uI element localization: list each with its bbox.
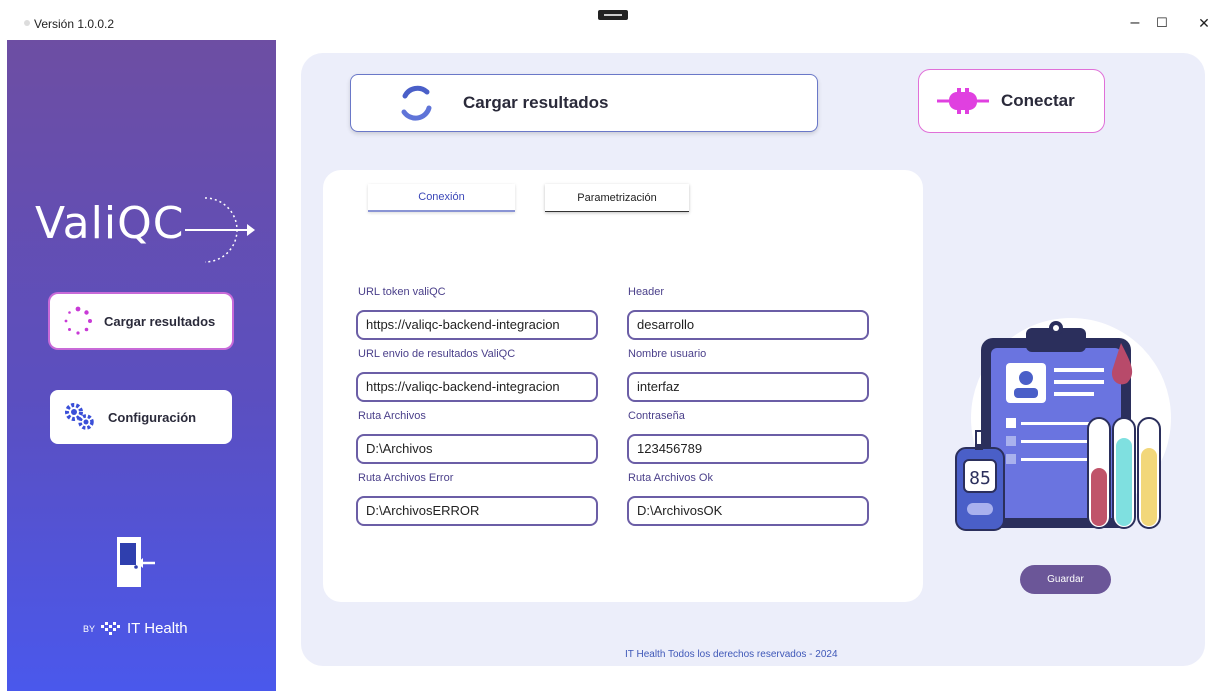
footer-copyright: IT Health Todos los derechos reservados … xyxy=(625,649,838,660)
nombre-usuario-label: Nombre usuario xyxy=(628,348,707,360)
logo-arrow-icon xyxy=(185,197,255,263)
valiqc-logo: ValiQC xyxy=(35,190,255,270)
it-health-logo-icon xyxy=(101,621,121,635)
guardar-button[interactable]: Guardar xyxy=(1020,565,1111,594)
logo-text: ValiQC xyxy=(35,198,185,249)
it-health-brand: BY IT Health xyxy=(83,620,188,637)
sidebar: ValiQC Cargar resultados Configuración B… xyxy=(7,40,276,691)
header-label: Header xyxy=(628,286,665,298)
brand-name: IT Health xyxy=(127,620,188,637)
gears-icon xyxy=(65,403,94,430)
nombre-usuario-input[interactable]: interfaz xyxy=(627,372,869,402)
maximize-button[interactable]: ☐ xyxy=(1139,8,1185,38)
ruta-archivos-ok-input[interactable]: D:\ArchivosOK xyxy=(627,496,869,526)
window-title: Versión 1.0.0.2 xyxy=(34,17,115,31)
brand-by: BY xyxy=(83,623,96,634)
plug-connector-icon xyxy=(937,88,989,114)
connection-form-card: Conexión Parametrización URL token valiQ… xyxy=(323,170,923,602)
ruta-archivos-label: Ruta Archivos xyxy=(358,410,426,422)
ruta-archivos-error-label: Ruta Archivos Error xyxy=(358,472,454,484)
glucometer-reading: 85 xyxy=(969,468,991,489)
url-token-input[interactable]: https://valiqc-backend-integracion xyxy=(356,310,598,340)
header-input[interactable]: desarrollo xyxy=(627,310,869,340)
medical-clipboard-illustration: 85 xyxy=(955,318,1171,531)
ruta-archivos-error-input[interactable]: D:\ArchivosERROR xyxy=(356,496,598,526)
sidebar-configuracion-label: Configuración xyxy=(108,409,197,425)
url-envio-label: URL envio de resultados ValiQC xyxy=(358,348,516,360)
conectar-button[interactable]: Conectar xyxy=(918,69,1105,133)
exit-door-icon[interactable] xyxy=(117,537,157,589)
tab-parametrizacion[interactable]: Parametrización xyxy=(545,184,689,212)
cargar-resultados-label: Cargar resultados xyxy=(463,93,609,112)
drag-handle[interactable] xyxy=(598,10,628,20)
app-icon xyxy=(24,20,30,26)
url-token-label: URL token valiQC xyxy=(358,286,446,298)
sidebar-configuracion-button[interactable]: Configuración xyxy=(50,390,232,444)
contrasena-label: Contraseña xyxy=(628,410,685,422)
conectar-label: Conectar xyxy=(1001,91,1075,110)
tab-conexion[interactable]: Conexión xyxy=(368,184,515,212)
ruta-archivos-ok-label: Ruta Archivos Ok xyxy=(628,472,713,484)
sidebar-cargar-label: Cargar resultados xyxy=(104,313,216,329)
close-button[interactable]: ✕ xyxy=(1181,8,1227,38)
ruta-archivos-input[interactable]: D:\Archivos xyxy=(356,434,598,464)
url-envio-input[interactable]: https://valiqc-backend-integracion xyxy=(356,372,598,402)
main-panel: Cargar resultados Conectar Conexión Para… xyxy=(301,53,1205,666)
cargar-resultados-button[interactable]: Cargar resultados xyxy=(350,74,818,132)
title-bar: Versión 1.0.0.2 – ☐ ✕ xyxy=(0,0,1227,40)
contrasena-input[interactable]: 123456789 xyxy=(627,434,869,464)
loading-icon xyxy=(64,306,92,335)
sidebar-cargar-resultados-button[interactable]: Cargar resultados xyxy=(50,294,232,348)
refresh-icon xyxy=(401,85,432,121)
